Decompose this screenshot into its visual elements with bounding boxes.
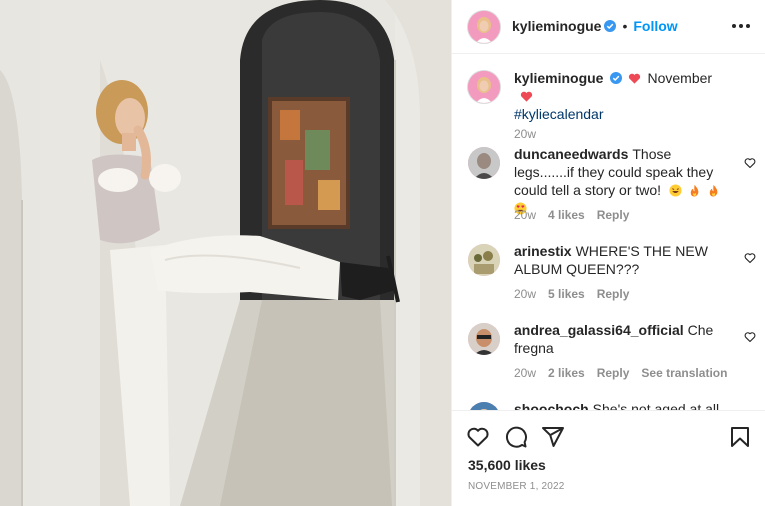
caption-meta: 20w bbox=[514, 127, 548, 141]
post-date[interactable]: November 1, 2022 bbox=[468, 481, 565, 492]
comment-like-heart-icon[interactable] bbox=[744, 331, 756, 343]
comment-age: 20w bbox=[514, 208, 537, 222]
fire-emoji-icon bbox=[690, 184, 699, 197]
author-avatar[interactable] bbox=[468, 11, 500, 43]
comment-likes[interactable]: 2 likes bbox=[548, 366, 585, 380]
red-heart-emoji-icon bbox=[520, 91, 533, 102]
commenter-avatar[interactable] bbox=[468, 323, 500, 355]
separator-dot: • bbox=[622, 18, 628, 34]
comment-meta: 20w 2 likes Reply See translation bbox=[514, 366, 739, 380]
comment-like-heart-icon[interactable] bbox=[744, 252, 756, 264]
comment-username[interactable]: arinestix bbox=[514, 243, 572, 259]
comment-age: 20w bbox=[514, 287, 537, 301]
caption-text-block: kylieminogue November #kyliecalendar bbox=[514, 69, 730, 123]
comment-age: 20w bbox=[514, 366, 537, 380]
caption-avatar[interactable] bbox=[468, 71, 500, 103]
caption-text: November bbox=[647, 70, 713, 86]
comment-text-block: andrea_galassi64_official Che fregna bbox=[514, 321, 730, 357]
comment-text-block: duncaneedwards Those legs.......if they c… bbox=[514, 145, 730, 217]
more-options-icon[interactable] bbox=[732, 19, 750, 33]
comment-bubble-icon[interactable] bbox=[504, 425, 528, 449]
fire-emoji-icon bbox=[709, 184, 718, 197]
comment-username[interactable]: duncaneedwards bbox=[514, 146, 628, 162]
reply-button[interactable]: Reply bbox=[597, 287, 630, 301]
heart-outline-icon[interactable] bbox=[466, 425, 490, 449]
reply-button[interactable]: Reply bbox=[597, 366, 630, 380]
caption-username[interactable]: kylieminogue bbox=[514, 70, 603, 86]
comment-likes[interactable]: 4 likes bbox=[548, 208, 585, 222]
comment-text: She's not aged at all bbox=[592, 401, 720, 410]
commenter-avatar[interactable] bbox=[468, 402, 500, 410]
paper-plane-icon[interactable] bbox=[541, 425, 565, 449]
author-username[interactable]: kylieminogue bbox=[512, 18, 601, 34]
red-heart-emoji-icon bbox=[629, 73, 641, 84]
comment-like-heart-icon[interactable] bbox=[744, 157, 756, 169]
header-author-line: kylieminogue • Follow bbox=[512, 18, 678, 36]
post-image bbox=[0, 0, 451, 506]
verified-badge-icon bbox=[610, 72, 623, 84]
laughing-face-emoji-icon bbox=[669, 184, 682, 197]
comments-list[interactable]: kylieminogue November #kyliecalendar 20w … bbox=[452, 55, 765, 410]
verified-badge-icon bbox=[604, 20, 617, 32]
comment-meta: 20w 4 likes Reply bbox=[514, 208, 641, 222]
comment-meta: 20w 5 likes Reply bbox=[514, 287, 641, 301]
comment-likes[interactable]: 5 likes bbox=[548, 287, 585, 301]
caption-age: 20w bbox=[514, 127, 537, 141]
bookmark-icon[interactable] bbox=[728, 425, 752, 449]
post-actions: 35,600 likes November 1, 2022 bbox=[452, 410, 765, 506]
likes-count[interactable]: 35,600 likes bbox=[468, 457, 546, 473]
comment-username[interactable]: andrea_galassi64_official bbox=[514, 322, 684, 338]
see-translation-button[interactable]: See translation bbox=[641, 366, 727, 380]
comment-username[interactable]: shoochoch bbox=[514, 401, 589, 410]
comment-text-block: shoochoch She's not aged at all bbox=[514, 400, 730, 410]
caption-hashtag[interactable]: #kyliecalendar bbox=[514, 106, 604, 122]
follow-button[interactable]: Follow bbox=[633, 18, 677, 34]
comment-text-block: arinestix WHERE'S THE NEW ALBUM QUEEN??? bbox=[514, 242, 730, 278]
commenter-avatar[interactable] bbox=[468, 147, 500, 179]
post-side-panel: kylieminogue • Follow kylieminogue November… bbox=[451, 0, 765, 506]
commenter-avatar[interactable] bbox=[468, 244, 500, 276]
reply-button[interactable]: Reply bbox=[597, 208, 630, 222]
post-header: kylieminogue • Follow bbox=[452, 0, 765, 54]
post-photo[interactable] bbox=[0, 0, 451, 506]
